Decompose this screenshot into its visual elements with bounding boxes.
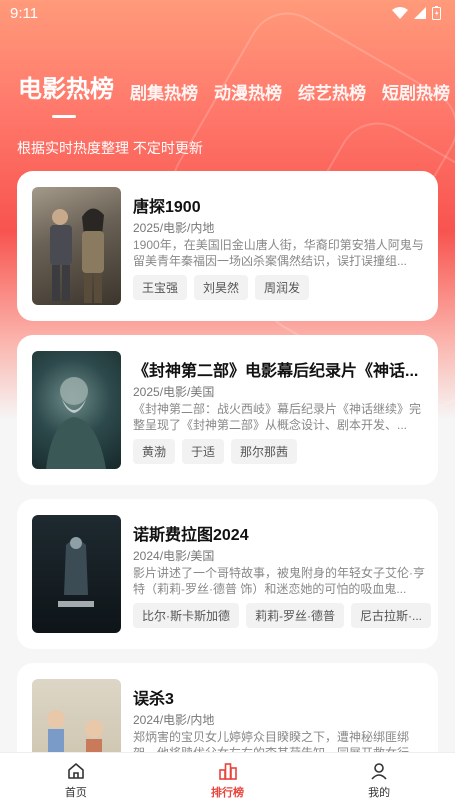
tab-anime-hot[interactable]: 动漫热榜 xyxy=(214,79,282,110)
movie-poster xyxy=(32,187,121,305)
nav-ranking[interactable]: 排行榜 xyxy=(152,753,304,809)
list-item[interactable]: 唐探1900 2025/电影/内地 1900年，在美国旧金山唐人街，华裔印第安猎… xyxy=(17,171,438,321)
cast-tags: 比尔·斯卡斯加德 莉莉-罗丝·德普 尼古拉斯·... xyxy=(133,603,431,628)
tab-short-drama-hot[interactable]: 短剧热榜 xyxy=(382,79,450,110)
cast-tags: 黄渤 于适 那尔那茜 xyxy=(133,439,298,464)
cast-tag[interactable]: 于适 xyxy=(182,439,225,464)
movie-title: 《封神第二部》电影幕后纪录片《神话... xyxy=(133,363,419,380)
cast-tag[interactable]: 尼古拉斯·... xyxy=(351,603,431,628)
nav-profile[interactable]: 我的 xyxy=(303,753,455,809)
movie-meta: 2025/电影/内地 xyxy=(133,221,215,235)
signal-icon xyxy=(414,7,426,19)
bottom-navigation: 首页 排行榜 我的 xyxy=(0,752,455,809)
nav-ranking-label: 排行榜 xyxy=(211,787,244,799)
cast-tag[interactable]: 莉莉-罗丝·德普 xyxy=(246,603,344,628)
cast-tag[interactable]: 王宝强 xyxy=(133,275,188,300)
movie-meta: 2024/电影/美国 xyxy=(133,549,215,563)
movie-poster xyxy=(32,515,121,633)
cast-tag[interactable]: 周润发 xyxy=(255,275,310,300)
status-bar: 9:11 xyxy=(0,0,455,26)
movie-title: 误杀3 xyxy=(133,691,174,708)
status-time: 9:11 xyxy=(10,4,39,22)
cast-tags: 王宝强 刘昊然 周润发 xyxy=(133,275,310,300)
movie-title: 唐探1900 xyxy=(133,199,201,216)
list-item[interactable]: 诺斯费拉图2024 2024/电影/美国 影片讲述了一个哥特故事，被鬼附身的年轻… xyxy=(17,499,438,649)
ranking-subtitle: 根据实时热度整理 不定时更新 xyxy=(17,140,203,156)
home-icon xyxy=(68,763,84,779)
category-tabs: 电影热榜 剧集热榜 动漫热榜 综艺热榜 短剧热榜 xyxy=(18,66,450,118)
tab-variety-hot[interactable]: 综艺热榜 xyxy=(298,79,366,110)
tab-series-hot[interactable]: 剧集热榜 xyxy=(130,79,198,110)
cast-tag[interactable]: 刘昊然 xyxy=(194,275,249,300)
movie-meta: 2024/电影/内地 xyxy=(133,713,215,727)
movie-poster xyxy=(32,351,121,469)
cast-tag[interactable]: 比尔·斯卡斯加德 xyxy=(133,603,239,628)
movie-description: 1900年，在美国旧金山唐人街，华裔印第安猎人阿鬼与留美青年秦福因一场凶杀案偶然… xyxy=(133,238,424,268)
movie-description: 影片讲述了一个哥特故事，被鬼附身的年轻女子艾伦·亨特（莉莉-罗丝·德普 饰）和迷… xyxy=(133,566,425,596)
nav-home-label: 首页 xyxy=(64,787,87,799)
cast-tag[interactable]: 那尔那茜 xyxy=(231,439,298,464)
tab-movie-hot[interactable]: 电影热榜 xyxy=(18,69,114,118)
movie-title: 诺斯费拉图2024 xyxy=(133,527,249,544)
nav-profile-label: 我的 xyxy=(368,787,391,799)
battery-icon xyxy=(432,6,441,20)
nav-home[interactable]: 首页 xyxy=(0,753,152,809)
wifi-icon xyxy=(392,7,408,19)
movie-description: 《封神第二部：战火西岐》幕后纪录片《神话继续》完整呈现了《封神第二部》从概念设计… xyxy=(133,402,422,432)
list-item[interactable]: 《封神第二部》电影幕后纪录片《神话... 2025/电影/美国 《封神第二部：战… xyxy=(17,335,438,485)
profile-icon xyxy=(371,763,387,780)
ranking-icon xyxy=(218,763,237,780)
cast-tag[interactable]: 黄渤 xyxy=(133,439,176,464)
movie-meta: 2025/电影/美国 xyxy=(133,385,215,399)
